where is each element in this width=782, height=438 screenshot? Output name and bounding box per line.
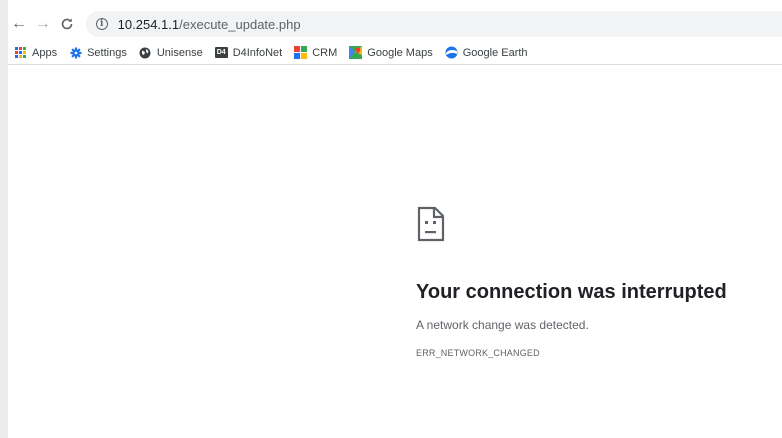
- bookmark-label: Settings: [87, 46, 127, 59]
- browser-toolbar: ← → i 10.254.1.1/execute_update.php: [8, 9, 782, 39]
- url-path: /execute_update.php: [179, 16, 301, 32]
- back-arrow-icon: ←: [10, 15, 27, 32]
- bookmark-google-earth[interactable]: Google Earth: [445, 46, 528, 59]
- bookmark-label: D4InfoNet: [232, 46, 283, 59]
- error-description: A network change was detected.: [416, 318, 589, 332]
- bookmark-crm[interactable]: CRM: [294, 46, 337, 59]
- bookmark-d4infonet[interactable]: D4 D4InfoNet: [214, 46, 283, 59]
- bookmark-unisense[interactable]: Unisense: [139, 46, 203, 59]
- bookmarks-bar: Apps Settings Unisense D4 D4InfoNet CRM …: [8, 41, 782, 65]
- apps-grid-icon: [14, 46, 27, 59]
- bookmark-label: Google Maps: [367, 46, 433, 59]
- google-maps-icon: [349, 46, 363, 59]
- sad-page-icon: [417, 206, 445, 242]
- window-left-edge: [0, 0, 8, 438]
- bookmark-label: CRM: [312, 46, 338, 59]
- url-host: 10.254.1.1: [117, 16, 180, 32]
- globe-icon: [139, 46, 152, 59]
- bookmark-apps[interactable]: Apps: [14, 46, 57, 59]
- bookmark-label: Apps: [32, 46, 58, 59]
- error-content: Your connection was interrupted A networ…: [416, 206, 782, 358]
- error-code: ERR_NETWORK_CHANGED: [416, 348, 540, 358]
- forward-button[interactable]: →: [32, 13, 54, 35]
- url-text[interactable]: 10.254.1.1/execute_update.php: [118, 17, 301, 32]
- crm-grid-icon: [294, 46, 308, 59]
- bookmark-label: Google Earth: [462, 46, 528, 59]
- browser-window: ← → i 10.254.1.1/execute_update.php Apps: [0, 0, 782, 438]
- google-earth-icon: [445, 46, 458, 59]
- site-info-icon[interactable]: i: [95, 18, 108, 30]
- reload-button[interactable]: [56, 13, 78, 35]
- error-title: Your connection was interrupted: [416, 281, 727, 303]
- gear-icon: [69, 46, 82, 59]
- d4-badge: D4: [214, 47, 228, 58]
- bookmark-google-maps[interactable]: Google Maps: [349, 46, 433, 59]
- address-bar[interactable]: i 10.254.1.1/execute_update.php: [85, 11, 782, 37]
- back-button[interactable]: ←: [8, 13, 30, 35]
- bookmark-settings[interactable]: Settings: [69, 46, 127, 59]
- bookmark-label: Unisense: [156, 46, 203, 59]
- forward-arrow-icon: →: [34, 15, 51, 32]
- reload-icon: [61, 18, 73, 30]
- d4-logo-icon: D4: [214, 46, 228, 59]
